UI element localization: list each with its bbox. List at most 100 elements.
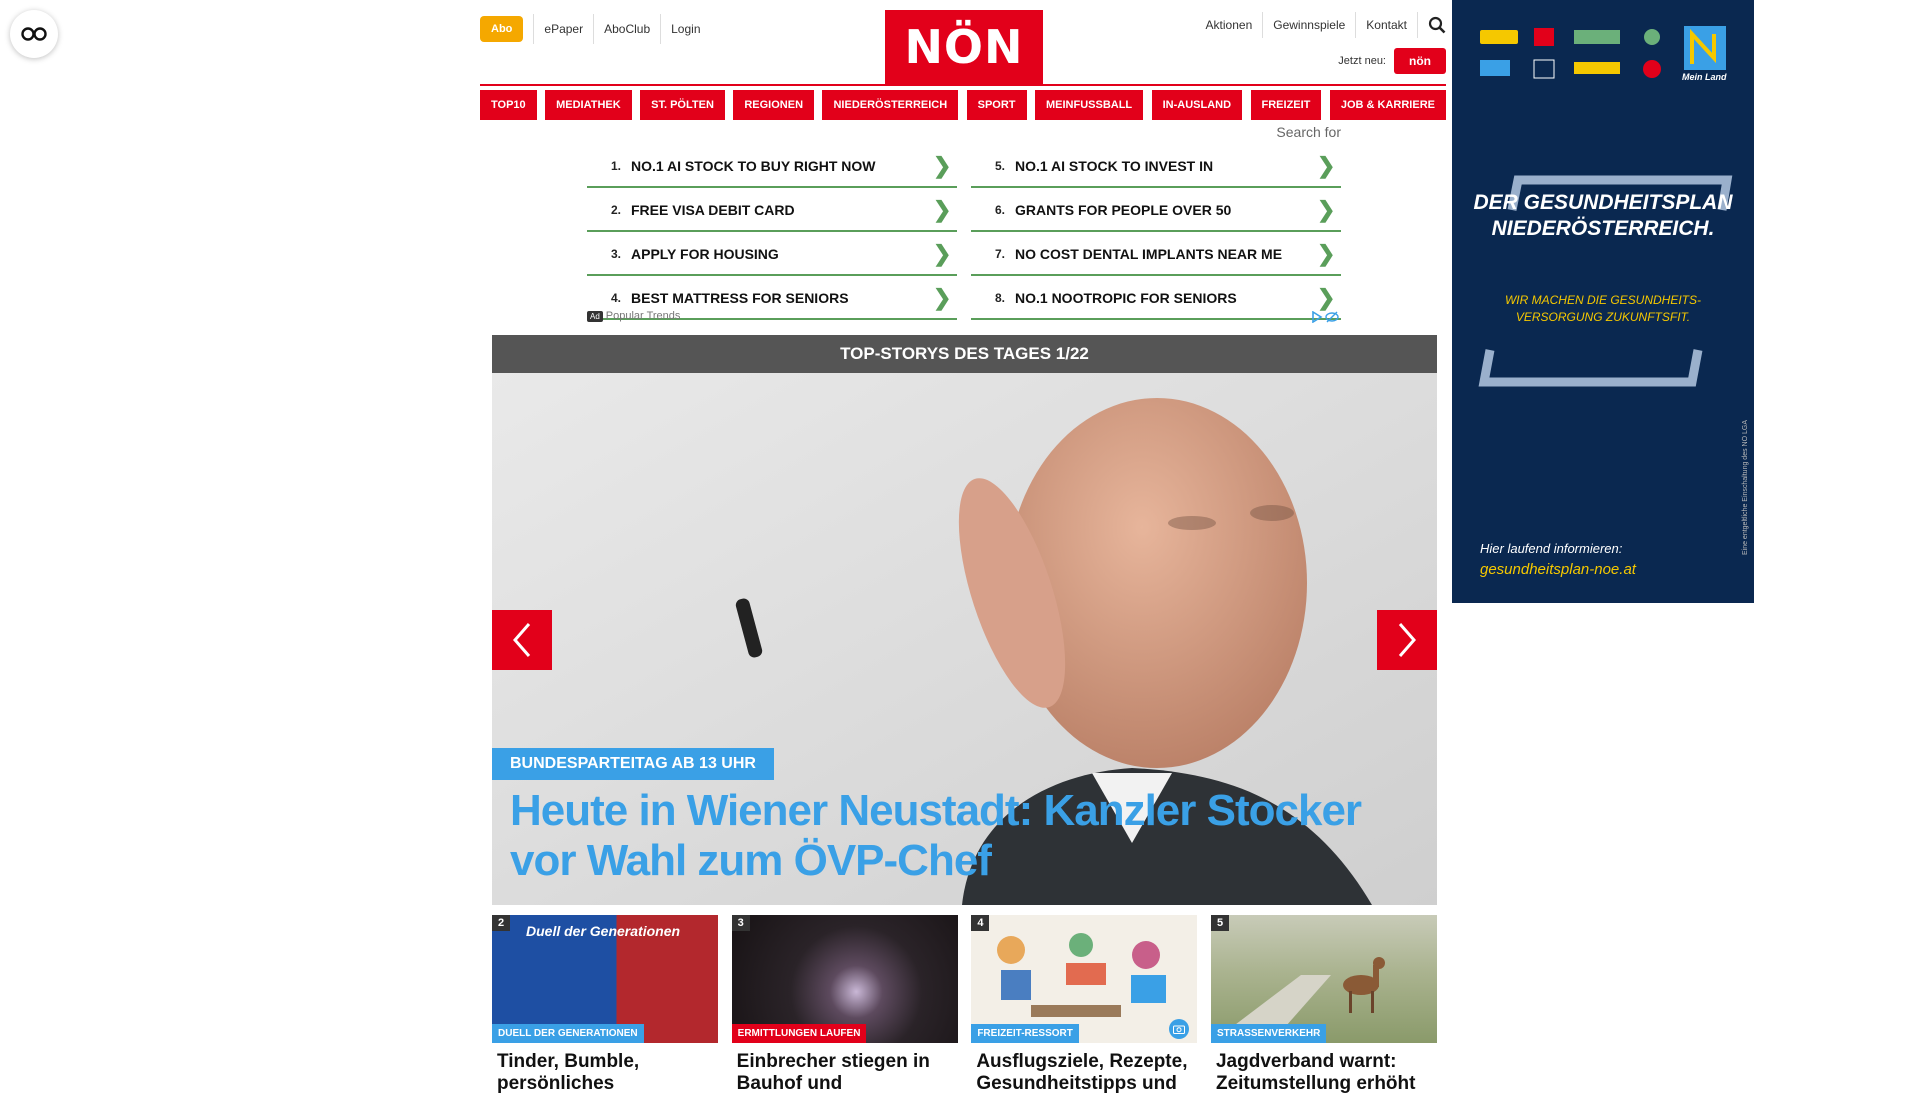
login-link[interactable]: Login [660,14,710,44]
slider-prev-button[interactable] [492,610,552,670]
ad-text: NO.1 NOOTROPIC FOR SENIORS [1015,290,1237,306]
nav-item-st-poelten[interactable]: ST. PÖLTEN [640,90,725,120]
ad-text: GRANTS FOR PEOPLE OVER 50 [1015,202,1232,218]
ad-link[interactable]: 7. NO COST DENTAL IMPLANTS NEAR ME ❯ [971,234,1341,276]
card-kicker: FREIZEIT-RESSORT [971,1024,1079,1043]
reader-mode-button[interactable] [10,10,58,58]
ad-column-right: 5. NO.1 AI STOCK TO INVEST IN ❯ 6. GRANTS F… [971,146,1341,322]
chevron-right-icon: ❯ [933,285,952,310]
card-image: Duell der Generationen 2 DUELL DER GENER… [492,915,718,1043]
slider-next-button[interactable] [1377,610,1437,670]
nav-item-mediathek[interactable]: MEDIATHEK [545,90,632,120]
nav-item-job-karriere[interactable]: JOB & KARRIERE [1329,90,1446,120]
ad-link[interactable]: 6. GRANTS FOR PEOPLE OVER 50 ❯ [971,190,1341,232]
site-logo[interactable]: NÖN [885,10,1043,84]
ad-num: 4. [610,291,621,305]
ad-badge: Ad [587,310,603,322]
card-image: 4 FREIZEIT-RESSORT [971,915,1198,1043]
card-title[interactable]: Einbrecher stiegen in Bauhof und [732,1043,958,1103]
side-ad-headline-2: NIEDERÖSTERREICH. [1491,217,1715,240]
abo-button[interactable]: Abo [480,16,524,42]
chevron-right-icon [1398,623,1416,657]
aboclub-link[interactable]: AboClub [593,14,660,44]
top-stories-heading: TOP-STORYS DES TAGES 1/22 [492,335,1437,373]
ad-text: NO.1 AI STOCK TO INVEST IN [1015,158,1214,174]
chevron-right-icon: ❯ [933,197,952,222]
sponsored-search-ad: Search for 1. NO.1 AI STOCK TO BUY RIGHT … [587,122,1341,328]
story-card[interactable]: 5 STRASSENVERKEHR Jagdverband warnt: Zei… [1210,915,1437,1103]
ad-text: NO COST DENTAL IMPLANTS NEAR ME [1015,246,1283,262]
chevron-right-icon: ❯ [1317,285,1336,310]
side-ad-subline: WIR MACHEN DIE GESUNDHEITS- VERSORGUNG Z… [1452,292,1754,326]
ad-text: NO.1 AI STOCK TO BUY RIGHT NOW [631,158,876,174]
ad-link[interactable]: 3. APPLY FOR HOUSING ❯ [587,234,957,276]
story-card[interactable]: 3 ERMITTLUNGEN LAUFEN Einbrecher stiegen… [731,915,958,1103]
search-icon[interactable] [1417,12,1446,38]
ad-provider[interactable]: Popular Trends [606,310,681,322]
ad-text: APPLY FOR HOUSING [631,246,779,262]
ad-link[interactable]: 1. NO.1 AI STOCK TO BUY RIGHT NOW ❯ [587,146,957,188]
nav-item-top10[interactable]: TOP10 [480,90,537,120]
nav-item-in-ausland[interactable]: IN-AUSLAND [1151,90,1243,120]
side-ad-subline-2: VERSORGUNG ZUKUNFTSFIT. [1515,310,1691,324]
card-number: 2 [492,915,511,931]
main-nav: TOP10 MEDIATHEK ST. PÖLTEN REGIONEN NIED… [480,90,1446,120]
card-title[interactable]: Ausflugsziele, Rezepte, Gesundheitstipps… [971,1043,1197,1103]
card-number: 3 [731,915,750,931]
card-kicker: DUELL DER GENERATIONEN [492,1024,644,1043]
ad-num: 2. [610,203,621,217]
epaper-link[interactable]: ePaper [533,14,593,44]
ad-num: 6. [994,203,1005,217]
story-card[interactable]: 4 FREIZEIT-RESSORT Ausflugsziele, Rezept… [971,915,1198,1103]
card-title[interactable]: Jagdverband warnt: Zeitumstellung erhöht [1211,1043,1437,1103]
card-kicker: STRASSENVERKEHR [1210,1024,1327,1043]
card-kicker: ERMITTLUNGEN LAUFEN [731,1024,867,1043]
nav-item-regionen[interactable]: REGIONEN [733,90,815,120]
card-image: 3 ERMITTLUNGEN LAUFEN [731,915,958,1043]
hero-kicker: BUNDESPARTEITAG AB 13 UHR [492,748,774,780]
chevron-right-icon: ❯ [1317,197,1336,222]
mein-land-label: Mein Land [1682,72,1727,82]
nav-item-freizeit[interactable]: FREIZEIT [1250,90,1322,120]
ad-num: 5. [994,159,1005,173]
ad-link[interactable]: 8. NO.1 NOOTROPIC FOR SENIORS ❯ [971,278,1341,320]
nav-item-meinfussball[interactable]: MEINFUSSBALL [1034,90,1144,120]
chevron-right-icon: ❯ [1317,153,1336,178]
hero-headline[interactable]: Heute in Wiener Neustadt: Kanzler Stocke… [510,786,1430,886]
chevron-right-icon: ❯ [933,241,952,266]
side-ad-headline: DER GESUNDHEITSPLAN NIEDERÖSTERREICH. [1452,190,1754,242]
jetzt-neu: Jetzt neu: nön [1338,48,1446,74]
nav-item-niederoesterreich[interactable]: NIEDERÖSTERREICH [822,90,959,120]
side-ad-info: Hier laufend informieren: [1480,541,1623,556]
aktionen-link[interactable]: Aktionen [1196,12,1263,38]
ad-footer: Ad Popular Trends [587,310,680,322]
header-right-links: Aktionen Gewinnspiele Kontakt [1196,12,1446,38]
search-for-label: Search for [1276,124,1341,140]
chevron-left-icon [513,623,531,657]
ad-num: 1. [610,159,621,173]
side-ad-subline-1: WIR MACHEN DIE GESUNDHEITS- [1504,293,1701,307]
jetzt-neu-label: Jetzt neu: [1338,55,1386,67]
side-advertisement[interactable]: Mein Land DER GESUNDHEITSPLAN NIEDERÖSTE… [1452,0,1754,603]
story-cards: Duell der Generationen 2 DUELL DER GENER… [492,915,1437,1103]
ad-link[interactable]: 5. NO.1 AI STOCK TO INVEST IN ❯ [971,146,1341,188]
adchoices-icon[interactable] [1311,310,1339,328]
ad-text: FREE VISA DEBIT CARD [631,202,795,218]
card-number: 4 [971,915,990,931]
card-title[interactable]: Tinder, Bumble, persönliches [492,1043,718,1103]
ad-text: BEST MATTRESS FOR SENIORS [631,290,849,306]
card-image-overlay: Duell der Generationen [526,923,681,939]
card-number: 5 [1210,915,1230,931]
ad-column-left: 1. NO.1 AI STOCK TO BUY RIGHT NOW ❯ 2. FREE… [587,146,957,322]
ad-link[interactable]: 2. FREE VISA DEBIT CARD ❯ [587,190,957,232]
ad-num: 3. [610,247,621,261]
gewinnspiele-link[interactable]: Gewinnspiele [1262,12,1355,38]
side-ad-url[interactable]: gesundheitsplan-noe.at [1480,561,1636,578]
noen-app-logo[interactable]: nön [1394,48,1446,74]
chevron-right-icon: ❯ [933,153,952,178]
chevron-right-icon: ❯ [1317,241,1336,266]
kontakt-link[interactable]: Kontakt [1355,12,1417,38]
story-card[interactable]: Duell der Generationen 2 DUELL DER GENER… [492,915,718,1103]
hero-slider[interactable]: BUNDESPARTEITAG AB 13 UHR Heute in Wiene… [492,373,1437,905]
nav-item-sport[interactable]: SPORT [966,90,1027,120]
